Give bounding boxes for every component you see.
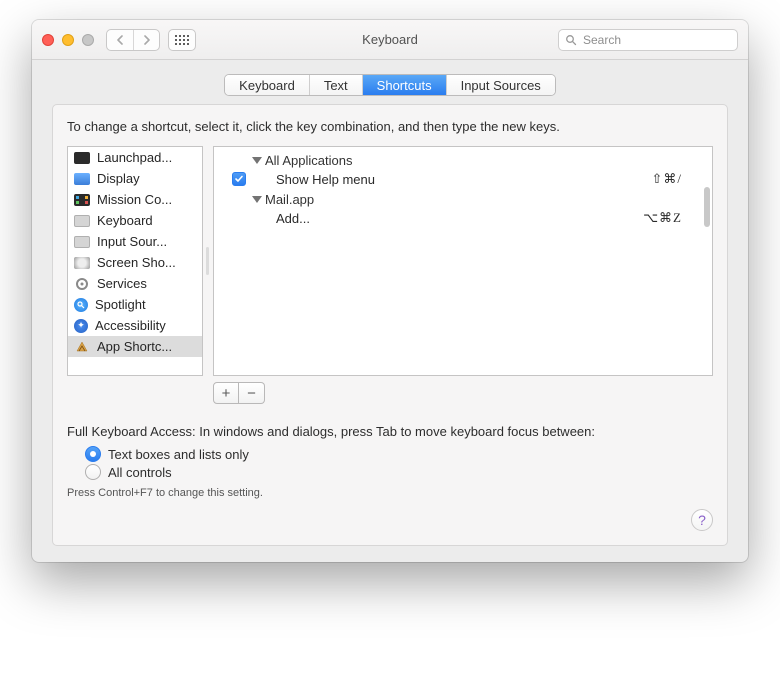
shortcut-keys[interactable]: ⌥⌘Z [643, 210, 702, 226]
sidebar-item-screen-shots[interactable]: Screen Sho... [68, 252, 202, 273]
shortcut-keys[interactable]: ⇧⌘/ [651, 171, 702, 187]
splitter-handle[interactable] [203, 241, 211, 281]
sidebar-item-keyboard[interactable]: Keyboard [68, 210, 202, 231]
group-mail-app[interactable]: Mail.app [224, 190, 702, 209]
shortcut-row[interactable]: Add... ⌥⌘Z [224, 209, 702, 227]
group-all-applications[interactable]: All Applications [224, 151, 702, 170]
panel-hint: To change a shortcut, select it, click t… [67, 119, 713, 134]
toolbar-buttons [106, 29, 196, 51]
traffic-lights [42, 34, 94, 46]
sidebar-item-mission-control[interactable]: Mission Co... [68, 189, 202, 210]
help-area: ? [67, 509, 713, 531]
tab-bar: Keyboard Text Shortcuts Input Sources [52, 74, 728, 96]
preferences-window: Keyboard Search Keyboard Text Shortcuts … [32, 20, 748, 562]
titlebar: Keyboard Search [32, 20, 748, 60]
remove-button[interactable]: − [239, 382, 265, 404]
sidebar-item-accessibility[interactable]: ✦Accessibility [68, 315, 202, 336]
close-button[interactable] [42, 34, 54, 46]
add-remove-buttons: + − [213, 382, 713, 404]
search-placeholder: Search [583, 33, 621, 47]
radio-button[interactable] [85, 464, 101, 480]
content-area: Keyboard Text Shortcuts Input Sources To… [32, 60, 748, 562]
tab-input-sources[interactable]: Input Sources [446, 75, 555, 95]
show-all-button[interactable] [168, 29, 196, 51]
category-sidebar[interactable]: Launchpad... Display Mission Co... Keybo… [67, 146, 203, 376]
sidebar-item-display[interactable]: Display [68, 168, 202, 189]
search-input[interactable]: Search [558, 29, 738, 51]
fka-label: Full Keyboard Access: In windows and dia… [67, 424, 713, 439]
add-button[interactable]: + [213, 382, 239, 404]
full-keyboard-access: Full Keyboard Access: In windows and dia… [67, 424, 713, 499]
search-icon [565, 34, 577, 46]
radio-button[interactable] [85, 446, 101, 462]
sidebar-item-app-shortcuts[interactable]: App Shortc... [68, 336, 202, 357]
shortcut-label: Show Help menu [276, 172, 651, 187]
tab-text[interactable]: Text [309, 75, 362, 95]
back-button[interactable] [107, 30, 133, 50]
nav-back-forward [106, 29, 160, 51]
sidebar-item-input-sources[interactable]: Input Sour... [68, 231, 202, 252]
split-view: Launchpad... Display Mission Co... Keybo… [67, 146, 713, 376]
scrollbar-thumb[interactable] [704, 187, 710, 227]
sidebar-item-services[interactable]: Services [68, 273, 202, 294]
sidebar-item-launchpad[interactable]: Launchpad... [68, 147, 202, 168]
fka-note: Press Control+F7 to change this setting. [67, 487, 713, 499]
forward-button[interactable] [133, 30, 159, 50]
shortcut-checkbox[interactable] [232, 172, 246, 186]
sidebar-item-spotlight[interactable]: Spotlight [68, 294, 202, 315]
disclosure-triangle-icon [252, 157, 262, 164]
tab-keyboard[interactable]: Keyboard [225, 75, 309, 95]
fka-option-all-controls[interactable]: All controls [67, 463, 713, 481]
minimize-button[interactable] [62, 34, 74, 46]
tab-shortcuts[interactable]: Shortcuts [362, 75, 446, 95]
zoom-button[interactable] [82, 34, 94, 46]
shortcut-row[interactable]: Show Help menu ⇧⌘/ [224, 170, 702, 188]
fka-option-text-boxes[interactable]: Text boxes and lists only [67, 445, 713, 463]
shortcuts-panel: To change a shortcut, select it, click t… [52, 104, 728, 546]
shortcut-detail[interactable]: All Applications Show Help menu ⇧⌘/ [213, 146, 713, 376]
disclosure-triangle-icon [252, 196, 262, 203]
help-button[interactable]: ? [691, 509, 713, 531]
shortcut-label: Add... [276, 211, 643, 226]
